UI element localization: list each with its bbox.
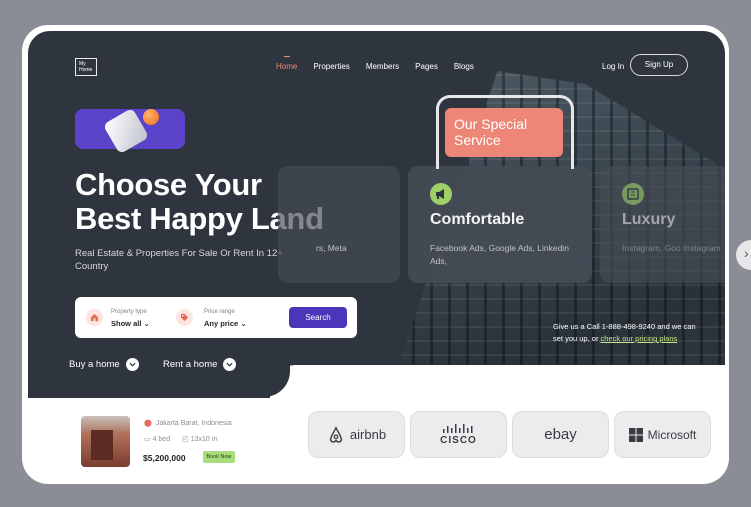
home-icon bbox=[86, 309, 103, 326]
brand-name-airbnb: airbnb bbox=[349, 427, 387, 442]
brand-name-ebay: ebay bbox=[544, 426, 577, 443]
special-service-badge: Our Special Service bbox=[445, 108, 563, 157]
property-location: ⬤ Jakarta Barat, Indonesia bbox=[144, 419, 232, 427]
book-now-button[interactable]: Book Now bbox=[203, 451, 235, 463]
area-size: 13x10 m bbox=[190, 436, 218, 443]
bed-count: 4 bed bbox=[152, 436, 171, 443]
rent-home-link[interactable]: Rent a home bbox=[163, 358, 237, 371]
nav-blogs[interactable]: Blogs bbox=[454, 62, 474, 71]
megaphone-icon bbox=[430, 183, 452, 205]
chevron-right-icon: › bbox=[744, 245, 749, 261]
property-type-label: Property type bbox=[111, 309, 147, 315]
service-card-luxury-title: Luxury bbox=[622, 211, 676, 228]
property-specs: ▭ 4 bed ◰ 13x10 m bbox=[144, 435, 218, 443]
service-card-luxury[interactable]: Luxury Instagram, Goo Instagram bbox=[600, 166, 725, 283]
scroll-right-handle[interactable]: › bbox=[736, 240, 751, 270]
main-nav: Home Properties Members Pages Blogs bbox=[276, 56, 474, 71]
buy-home-link[interactable]: Buy a home bbox=[69, 358, 139, 371]
chevron-down-icon: ⌄ bbox=[143, 319, 150, 328]
nav-members[interactable]: Members bbox=[366, 62, 399, 71]
area-icon: ◰ bbox=[182, 436, 189, 443]
service-card-text: Facebook Ads, Google Ads, Linkedin Ads, bbox=[430, 243, 569, 266]
brand-name-cisco: CISCO bbox=[440, 434, 477, 446]
rent-home-label: Rent a home bbox=[163, 359, 218, 370]
search-button[interactable]: Search bbox=[289, 307, 347, 328]
chevron-down-icon bbox=[125, 358, 139, 371]
property-thumbnail[interactable] bbox=[81, 416, 130, 467]
app-frame: My Home Home Properties Members Pages Bl… bbox=[22, 25, 729, 484]
brand-name-microsoft: Microsoft bbox=[647, 427, 697, 442]
location-text: Jakarta Barat, Indonesia bbox=[155, 420, 232, 427]
login-link[interactable]: Log In bbox=[602, 62, 624, 71]
bed-icon: ▭ bbox=[144, 436, 151, 443]
price-tag-icon bbox=[176, 309, 193, 326]
nav-properties[interactable]: Properties bbox=[313, 62, 349, 71]
price-range-label: Price range bbox=[204, 309, 235, 315]
brand-cisco: CISCO bbox=[410, 411, 507, 458]
brand-airbnb: airbnb bbox=[308, 411, 405, 458]
signup-button[interactable]: Sign Up bbox=[630, 54, 688, 76]
bed-spec: ▭ 4 bed bbox=[144, 435, 170, 443]
logo-text: My Home bbox=[79, 61, 93, 73]
price-range-select[interactable]: Any price ⌄ bbox=[204, 319, 247, 328]
brand-microsoft: Microsoft bbox=[614, 411, 711, 458]
buy-home-label: Buy a home bbox=[69, 359, 120, 370]
content-notch bbox=[270, 365, 729, 405]
property-search-bar: Property type Show all ⌄ Price range Any… bbox=[75, 297, 357, 338]
hero-subtitle: Real Estate & Properties For Sale Or Ren… bbox=[75, 248, 283, 272]
airbnb-logo-icon bbox=[329, 425, 343, 443]
site-logo[interactable]: My Home bbox=[75, 58, 97, 76]
service-card-left[interactable]: rs, Meta bbox=[278, 166, 400, 283]
size-spec: ◰ 13x10 m bbox=[182, 435, 217, 443]
property-price: $5,200,000 bbox=[143, 453, 186, 463]
hero-bottom-extension bbox=[28, 365, 290, 397]
cisco-logo-icon bbox=[442, 423, 472, 433]
chevron-down-icon bbox=[223, 358, 237, 371]
orange-ball-shape bbox=[143, 109, 159, 125]
microsoft-logo-icon bbox=[628, 427, 643, 442]
grid-icon bbox=[622, 183, 644, 205]
hero-section: My Home Home Properties Members Pages Bl… bbox=[28, 31, 725, 398]
nav-home[interactable]: Home bbox=[276, 56, 297, 71]
brand-ebay: ebay bbox=[512, 411, 609, 458]
price-range-value: Any price bbox=[204, 319, 239, 328]
property-type-value: Show all bbox=[111, 319, 142, 328]
call-to-action-text: Give us a Call 1-888-498-9240 and we can… bbox=[553, 321, 698, 345]
chevron-down-icon: ⌄ bbox=[240, 319, 247, 328]
pricing-link[interactable]: check our pricing plans bbox=[601, 334, 678, 343]
service-card-luxury-text: Instagram, Goo Instagram bbox=[622, 243, 721, 253]
service-card-title: Comfortable bbox=[430, 211, 525, 228]
hero-3d-badge bbox=[75, 107, 185, 155]
property-type-select[interactable]: Show all ⌄ bbox=[111, 319, 150, 328]
location-pin-icon: ⬤ bbox=[144, 420, 152, 427]
service-card-comfortable[interactable]: Comfortable Facebook Ads, Google Ads, Li… bbox=[408, 166, 592, 283]
nav-pages[interactable]: Pages bbox=[415, 62, 438, 71]
